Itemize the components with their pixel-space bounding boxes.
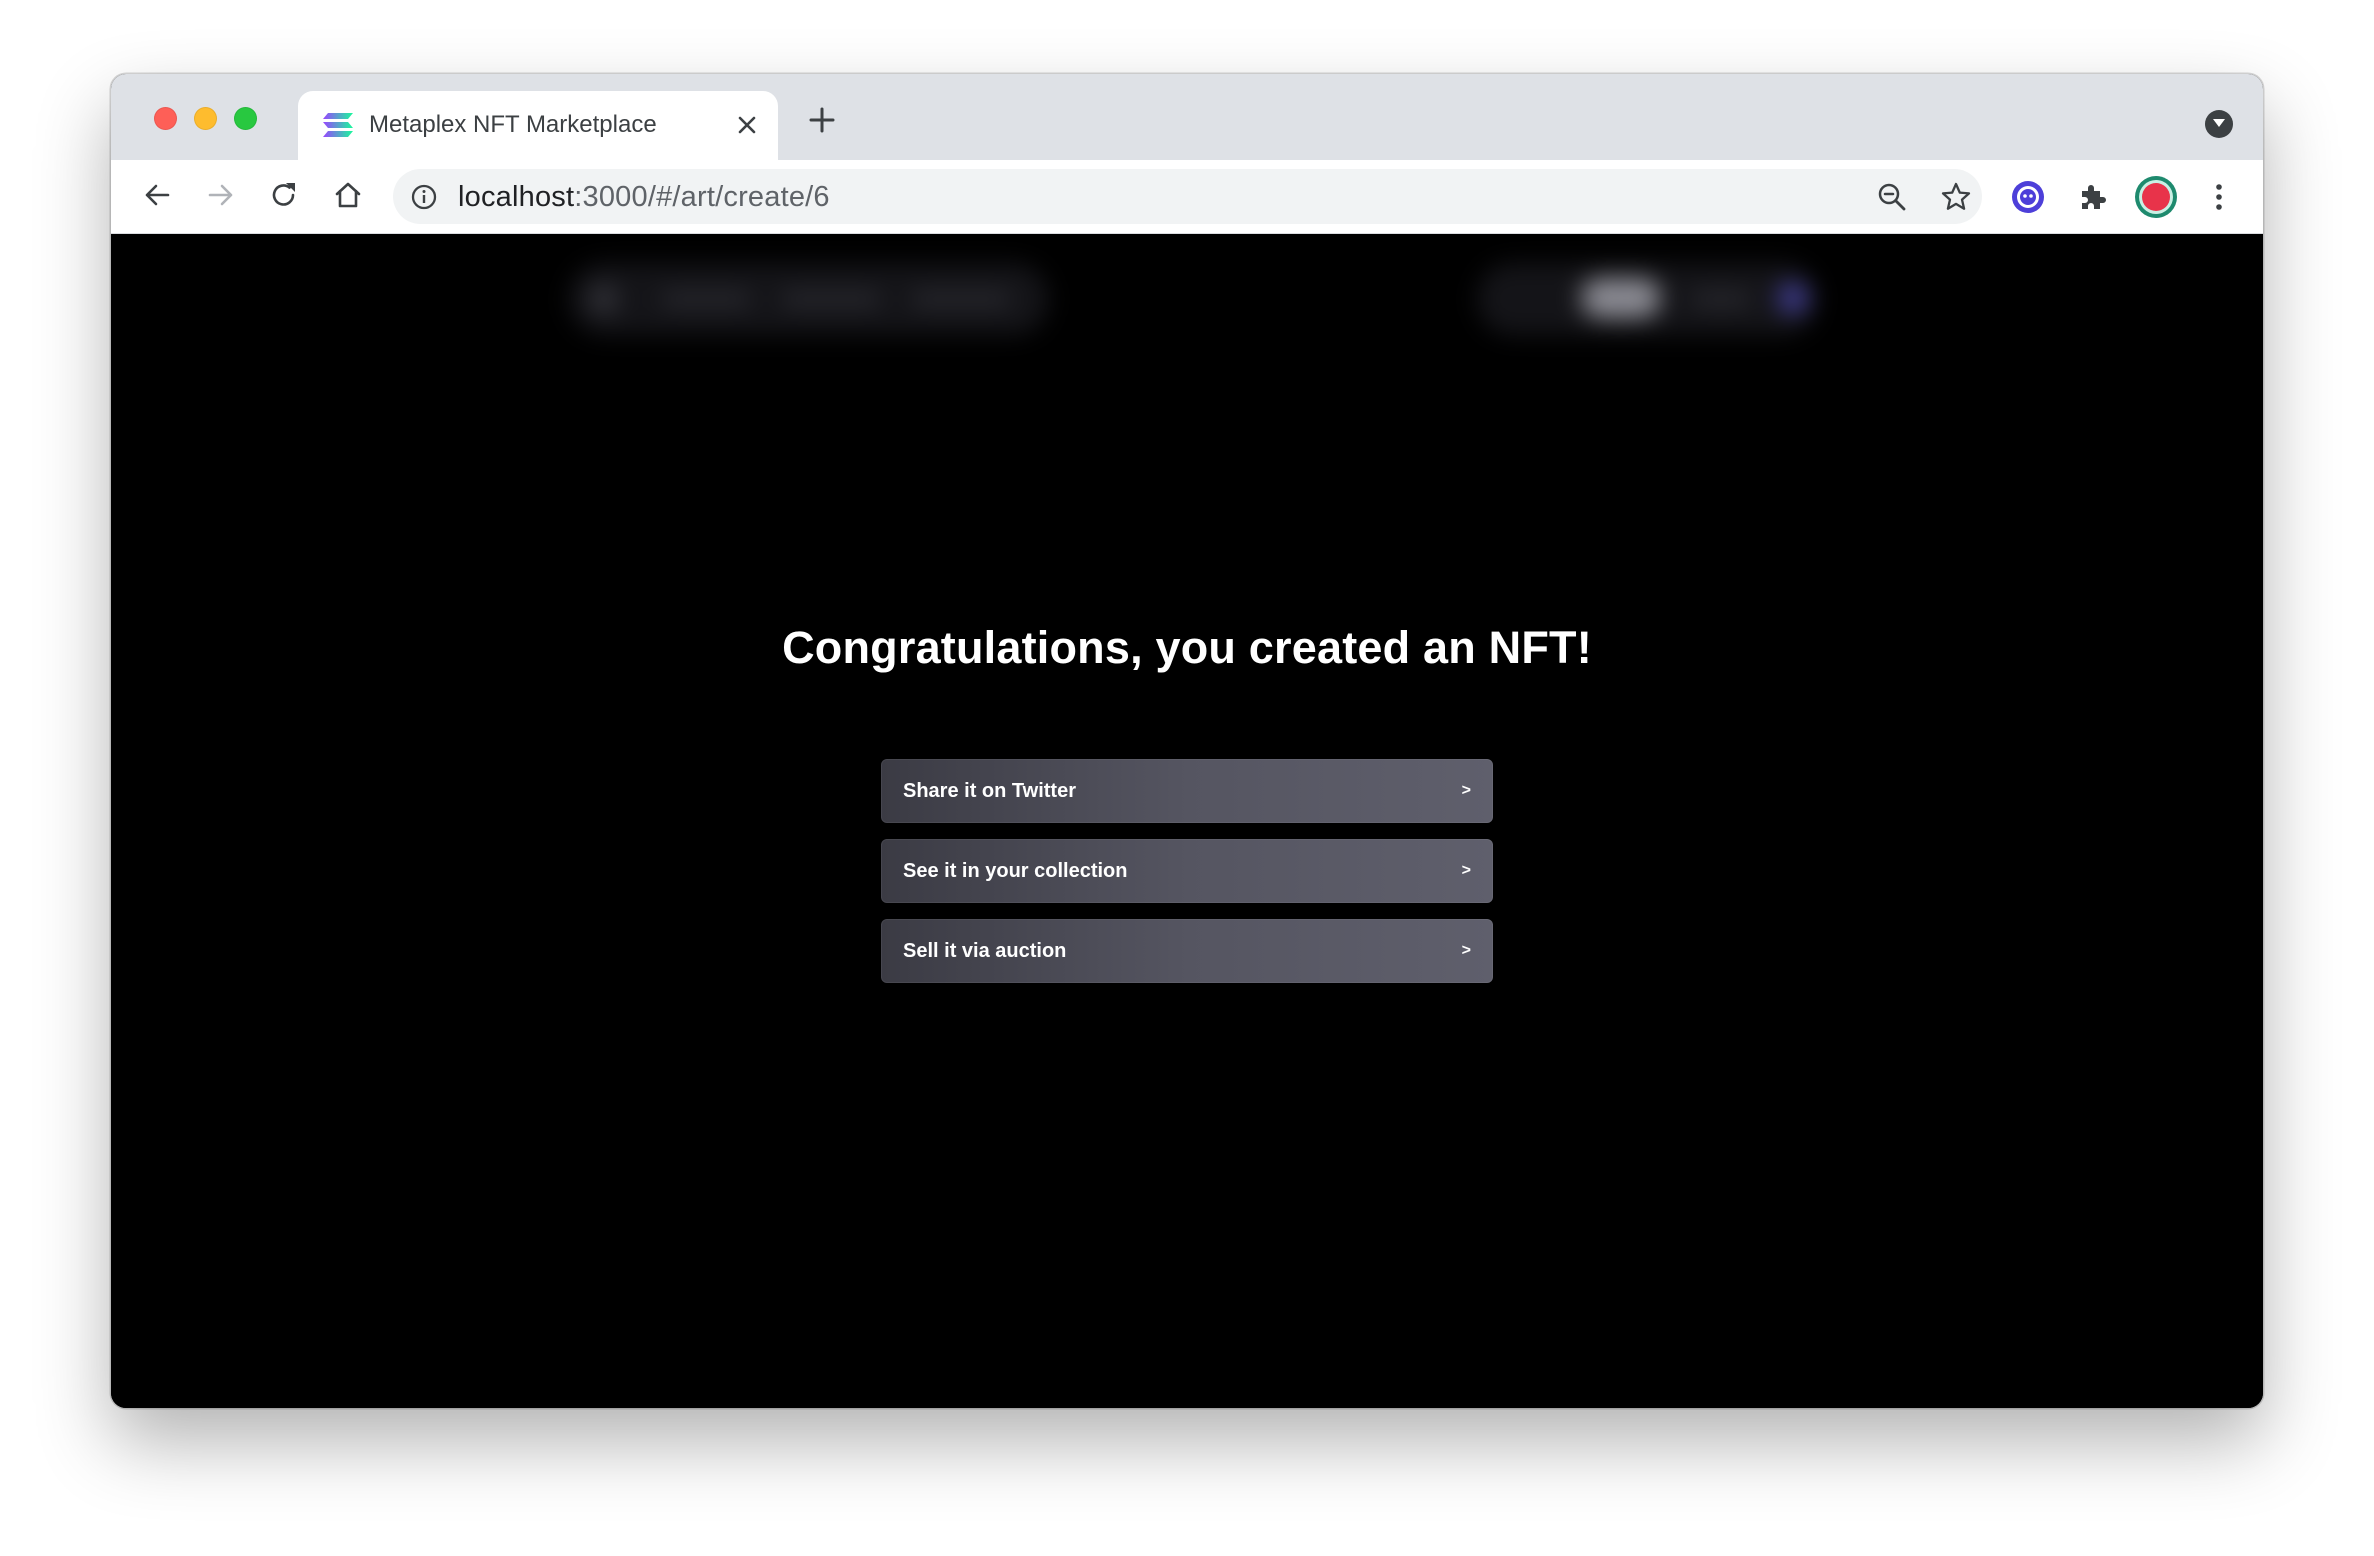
sell-auction-label: Sell it via auction: [903, 940, 1067, 962]
home-icon: [333, 180, 363, 215]
tab-strip: Metaplex NFT Marketplace: [111, 74, 2263, 160]
share-twitter-button[interactable]: Share it on Twitter >: [881, 759, 1493, 823]
arrow-left-icon: [143, 181, 171, 214]
blurred-app-header: [111, 234, 2263, 394]
arrow-right-icon: [207, 181, 235, 214]
close-icon[interactable]: [731, 109, 763, 141]
browser-toolbar: localhost:3000/#/art/create/6: [111, 160, 2263, 234]
kebab-menu-icon[interactable]: [2197, 175, 2241, 219]
forward-button[interactable]: [199, 175, 243, 219]
tab-search-button[interactable]: [2205, 110, 2233, 138]
avatar[interactable]: [2134, 175, 2178, 219]
info-icon[interactable]: [409, 182, 439, 212]
close-window-button[interactable]: [154, 107, 177, 130]
phantom-wallet-icon[interactable]: [2006, 175, 2050, 219]
share-twitter-label: Share it on Twitter: [903, 780, 1076, 802]
page-title: Congratulations, you created an NFT!: [782, 622, 1592, 673]
solana-logo-icon: [322, 112, 354, 138]
chevron-right-icon: >: [1461, 782, 1471, 799]
address-bar[interactable]: localhost:3000/#/art/create/6: [393, 169, 1982, 224]
minimize-window-button[interactable]: [194, 107, 217, 130]
back-button[interactable]: [135, 175, 179, 219]
reload-icon: [269, 180, 299, 215]
chevron-right-icon: >: [1461, 862, 1471, 879]
tab-title: Metaplex NFT Marketplace: [369, 111, 657, 138]
reload-button[interactable]: [262, 175, 306, 219]
new-tab-button[interactable]: [800, 100, 844, 144]
tab-metaplex[interactable]: Metaplex NFT Marketplace: [298, 91, 778, 160]
url-text[interactable]: localhost:3000/#/art/create/6: [458, 180, 830, 214]
plus-icon: [809, 107, 835, 138]
zoom-out-icon[interactable]: [1875, 180, 1909, 214]
chevron-right-icon: >: [1461, 942, 1471, 959]
puzzle-icon[interactable]: [2070, 175, 2114, 219]
sell-auction-button[interactable]: Sell it via auction >: [881, 919, 1493, 983]
see-collection-label: See it in your collection: [903, 860, 1128, 882]
page-content: Congratulations, you created an NFT! Sha…: [111, 234, 2263, 1408]
maximize-window-button[interactable]: [234, 107, 257, 130]
chevron-down-icon: [2212, 115, 2226, 133]
url-path: :3000/#/art/create/6: [574, 181, 830, 213]
browser-window: Metaplex NFT Marketplace localhost:3000/…: [111, 74, 2263, 1408]
url-host: localhost: [458, 181, 575, 213]
home-button[interactable]: [326, 175, 370, 219]
see-collection-button[interactable]: See it in your collection >: [881, 839, 1493, 903]
star-icon[interactable]: [1939, 180, 1973, 214]
